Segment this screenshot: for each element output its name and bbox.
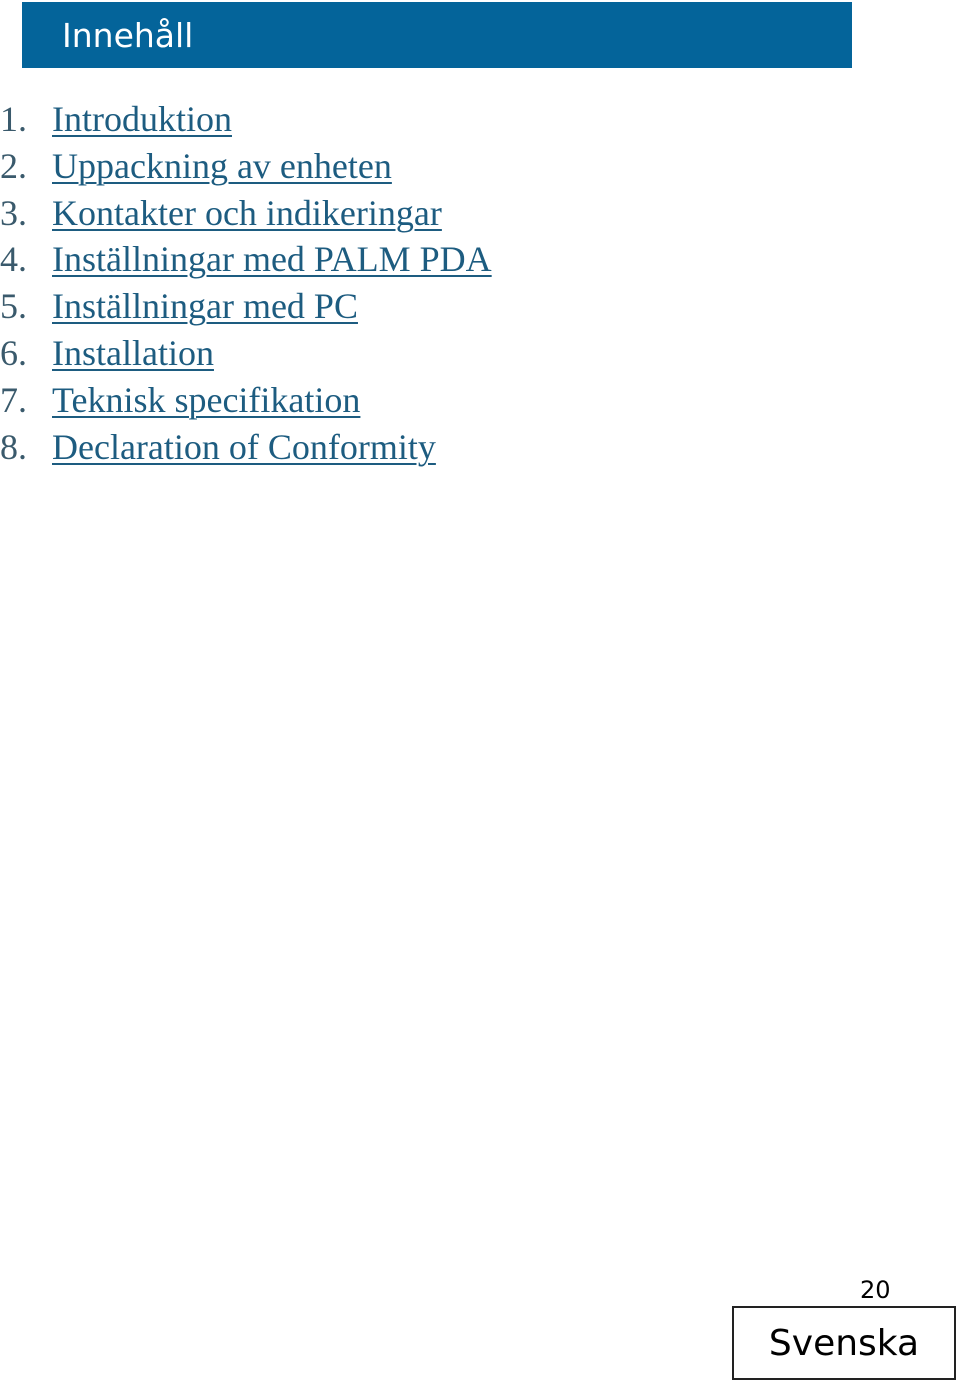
language-label: Svenska — [768, 1322, 920, 1364]
toc-item-number: 3. — [0, 192, 27, 233]
toc-item-number: 8. — [0, 426, 27, 467]
toc-item-number: 5. — [0, 286, 27, 327]
toc-item-number: 1. — [0, 99, 27, 139]
toc-item: 6. Installation — [0, 332, 492, 379]
toc-item-number: 6. — [0, 332, 27, 373]
language-label-box: Svenska — [732, 1306, 956, 1380]
toc-item-number: 4. — [0, 239, 27, 280]
toc-item: 4. Inställningar med PALM PDA — [0, 238, 492, 285]
toc-item: 2. Uppackning av enheten — [0, 145, 492, 192]
toc-link-installation[interactable]: Installation — [52, 333, 214, 373]
toc-item: 3. Kontakter och indikeringar — [0, 192, 492, 239]
header-bar: Innehåll — [22, 2, 852, 68]
toc-link-introduktion[interactable]: Introduktion — [52, 99, 232, 139]
toc-link-teknisk-specifikation[interactable]: Teknisk specifikation — [52, 380, 360, 420]
toc-item: 5. Inställningar med PC — [0, 285, 492, 332]
table-of-contents: 1. Introduktion 2. Uppackning av enheten 3… — [0, 98, 492, 472]
toc-item-number: 2. — [0, 145, 27, 186]
page-number: 20 — [860, 1276, 891, 1304]
toc-link-palm-pda[interactable]: Inställningar med PALM PDA — [52, 239, 492, 279]
toc-link-pc[interactable]: Inställningar med PC — [52, 286, 358, 326]
toc-link-kontakter[interactable]: Kontakter och indikeringar — [52, 193, 442, 233]
toc-item: 1. Introduktion — [0, 98, 492, 145]
toc-link-declaration[interactable]: Declaration of Conformity — [52, 427, 436, 467]
toc-item: 8. Declaration of Conformity — [0, 426, 492, 473]
toc-item-number: 7. — [0, 379, 27, 420]
toc-link-uppackning[interactable]: Uppackning av enheten — [52, 146, 392, 186]
page-title: Innehåll — [62, 16, 194, 55]
toc-item: 7. Teknisk specifikation — [0, 379, 492, 426]
